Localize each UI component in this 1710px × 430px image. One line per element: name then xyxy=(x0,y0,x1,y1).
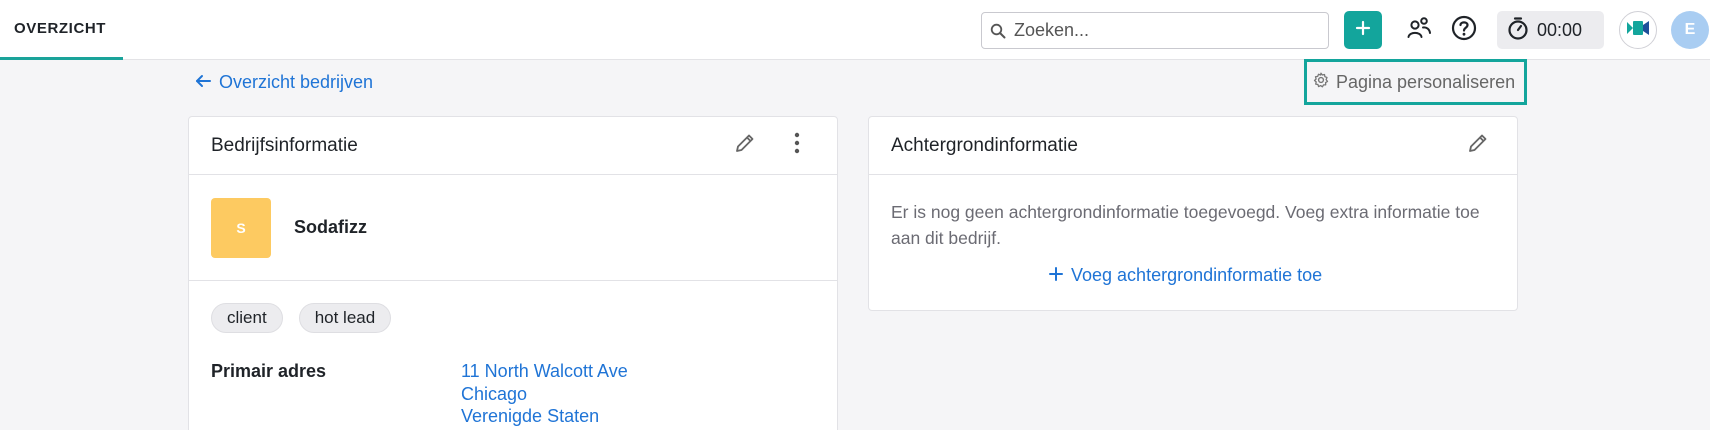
back-to-companies-link[interactable]: Overzicht bedrijven xyxy=(195,72,373,93)
people-icon xyxy=(1406,16,1432,45)
address-street: 11 North Walcott Ave xyxy=(461,361,628,381)
help-button[interactable] xyxy=(1445,11,1483,49)
arrow-left-icon xyxy=(195,72,211,93)
stopwatch-icon xyxy=(1507,16,1529,45)
address-country: Verenigde Staten xyxy=(461,406,600,426)
background-info-card: Achtergrondinformatie Er is nog geen ach… xyxy=(868,116,1518,311)
background-empty-text: Er is nog geen achtergrondinformatie toe… xyxy=(891,202,1480,248)
search-icon xyxy=(982,23,1014,39)
background-info-header: Achtergrondinformatie xyxy=(869,117,1517,175)
contacts-button[interactable] xyxy=(1400,11,1438,49)
more-vertical-icon xyxy=(794,131,800,161)
tag-hot-lead[interactable]: hot lead xyxy=(298,303,392,333)
tab-overview[interactable]: OVERZICHT xyxy=(0,0,123,60)
timer-value: 00:00 xyxy=(1537,19,1583,40)
company-info-header: Bedrijfsinformatie xyxy=(189,117,837,175)
gear-icon xyxy=(1313,72,1329,93)
top-bar: OVERZICHT 00:00 E xyxy=(0,0,1710,60)
background-info-title: Achtergrondinformatie xyxy=(891,134,1078,156)
back-link-label: Overzicht bedrijven xyxy=(219,72,374,92)
add-background-link[interactable]: Voeg achtergrondinformatie toe xyxy=(1049,265,1322,286)
edit-background-button[interactable] xyxy=(1463,131,1493,161)
video-icon xyxy=(1626,20,1650,41)
add-background-label: Voeg achtergrondinformatie toe xyxy=(1071,265,1323,285)
search-box[interactable] xyxy=(981,12,1329,49)
personalize-page-button[interactable]: Pagina personaliseren xyxy=(1304,59,1527,105)
company-logo: S xyxy=(211,197,271,258)
company-name: Sodafizz xyxy=(294,217,368,237)
search-input[interactable] xyxy=(1014,20,1314,41)
company-info-card: Bedrijfsinformatie S Sodafizz client hot… xyxy=(188,116,838,430)
primary-address-link[interactable]: 11 North Walcott Ave Chicago Verenigde S… xyxy=(461,360,628,428)
tag-list: client hot lead xyxy=(211,303,392,333)
company-summary: S Sodafizz xyxy=(189,175,837,281)
add-button[interactable] xyxy=(1344,11,1382,49)
edit-company-button[interactable] xyxy=(730,131,760,161)
pencil-icon xyxy=(1466,131,1490,161)
help-icon xyxy=(1451,15,1477,46)
tag-client[interactable]: client xyxy=(211,303,283,333)
pencil-icon xyxy=(733,131,757,161)
video-call-button[interactable] xyxy=(1619,11,1657,49)
address-city: Chicago xyxy=(461,383,528,404)
user-avatar[interactable]: E xyxy=(1671,11,1709,49)
plus-icon xyxy=(1355,20,1371,41)
primary-address-label: Primair adres xyxy=(211,361,327,381)
plus-icon xyxy=(1049,265,1063,286)
company-info-title: Bedrijfsinformatie xyxy=(211,134,358,156)
more-options-button[interactable] xyxy=(782,131,812,161)
timer-button[interactable]: 00:00 xyxy=(1497,11,1604,49)
personalize-label: Pagina personaliseren xyxy=(1336,71,1516,92)
